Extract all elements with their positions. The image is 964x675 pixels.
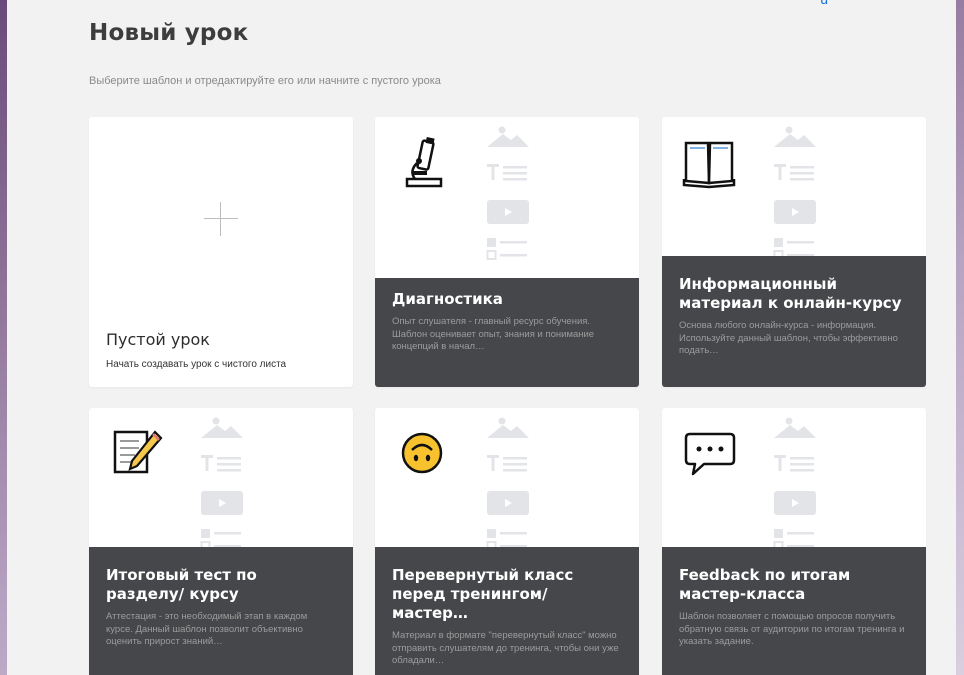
video-placeholder-icon (487, 491, 529, 515)
text-placeholder-icon (487, 164, 527, 181)
top-link[interactable]: u (820, 0, 828, 7)
template-info: Информационный материал к онлайн-курсу О… (662, 256, 926, 387)
video-placeholder-icon (487, 200, 529, 224)
image-placeholder-icon (201, 417, 243, 438)
template-placeholders (485, 416, 535, 551)
template-desc: Основа любого онлайн-курса - информация.… (679, 320, 898, 356)
speech-bubble-icon (684, 432, 736, 476)
template-placeholders (199, 416, 249, 551)
template-desc: Опыт слушателя - главный ресурс обучения… (392, 316, 595, 352)
blank-lesson-title: Пустой урок (106, 330, 210, 349)
page-subtitle: Выберите шаблон и отредактируйте его или… (89, 75, 441, 87)
template-placeholders (772, 125, 822, 260)
template-title: Информационный материал к онлайн-курсу (679, 275, 902, 312)
template-title: Диагностика (392, 290, 503, 308)
template-card-feedback[interactable]: Feedback по итогам мастер-класса Шаблон … (662, 408, 926, 675)
image-placeholder-icon (487, 126, 529, 147)
memo-pencil-icon (113, 430, 163, 474)
template-desc: Шаблон позволяет с помощью опросов получ… (679, 611, 905, 647)
image-placeholder-icon (774, 126, 816, 147)
text-placeholder-icon (201, 455, 241, 472)
template-desc: Аттестация - это необходимый этап в кажд… (106, 611, 308, 647)
image-placeholder-icon (774, 417, 816, 438)
template-placeholders (485, 125, 535, 260)
image-placeholder-icon (487, 417, 529, 438)
template-placeholders (772, 416, 822, 551)
template-title: Перевернутый класс перед тренингом/масте… (392, 566, 574, 622)
template-desc: Материал в формате "перевернутый класс" … (392, 630, 619, 666)
template-title: Feedback по итогам мастер-класса (679, 566, 851, 603)
quiz-placeholder-icon (486, 238, 527, 260)
template-info: Перевернутый класс перед тренингом/масте… (375, 547, 639, 675)
template-info: Итоговый тест по разделу/ курсу Аттестац… (89, 547, 353, 675)
page-title: Новый урок (89, 20, 249, 46)
upside-down-face-icon (401, 432, 443, 474)
template-card-diagnostics[interactable]: Диагностика Опыт слушателя - главный рес… (375, 117, 639, 387)
template-card-final-test[interactable]: Итоговый тест по разделу/ курсу Аттестац… (89, 408, 353, 675)
blank-lesson-card[interactable]: Пустой урок Начать создавать урок с чист… (89, 117, 353, 387)
template-info: Feedback по итогам мастер-класса Шаблон … (662, 547, 926, 675)
template-card-flipped-class[interactable]: Перевернутый класс перед тренингом/масте… (375, 408, 639, 675)
text-placeholder-icon (487, 455, 527, 472)
video-placeholder-icon (774, 491, 816, 515)
microscope-icon (405, 136, 443, 188)
video-placeholder-icon (201, 491, 243, 515)
main-panel: u Новый урок Выберите шаблон и отредакти… (7, 0, 956, 675)
book-icon (682, 141, 736, 189)
text-placeholder-icon (774, 455, 814, 472)
plus-icon (204, 202, 238, 236)
blank-lesson-desc: Начать создавать урок с чистого листа (106, 359, 287, 370)
template-title: Итоговый тест по разделу/ курсу (106, 566, 257, 603)
text-placeholder-icon (774, 164, 814, 181)
template-card-info-material[interactable]: Информационный материал к онлайн-курсу О… (662, 117, 926, 387)
template-info: Диагностика Опыт слушателя - главный рес… (375, 278, 639, 387)
video-placeholder-icon (774, 200, 816, 224)
